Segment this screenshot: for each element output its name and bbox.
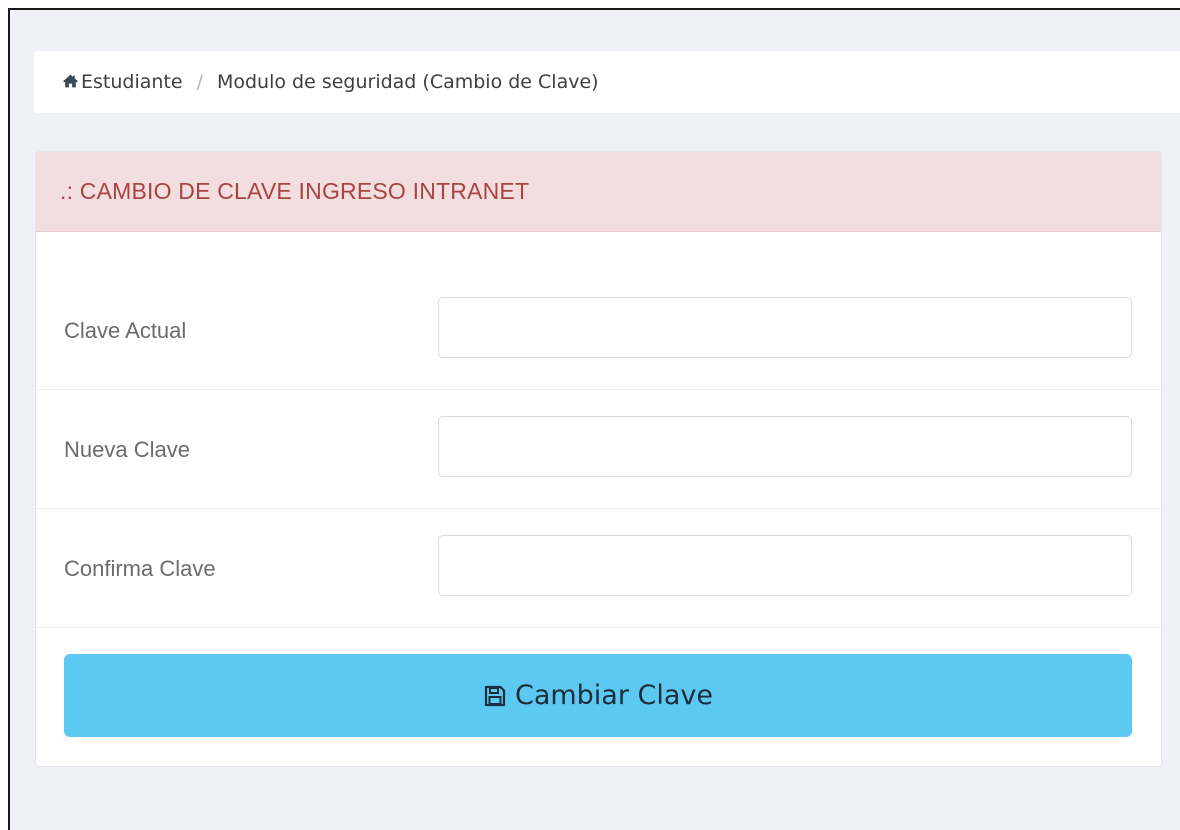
- form-row-confirm-password: Confirma Clave: [36, 509, 1161, 628]
- breadcrumb: Estudiante / Modulo de seguridad (Cambio…: [34, 51, 1180, 113]
- breadcrumb-separator: /: [196, 71, 203, 93]
- current-password-input[interactable]: [438, 297, 1132, 358]
- panel-title: .: CAMBIO DE CLAVE INGRESO INTRANET: [36, 152, 1161, 232]
- current-password-label: Clave Actual: [64, 317, 187, 343]
- save-icon: [484, 685, 506, 706]
- home-icon: [63, 74, 78, 88]
- change-password-panel: .: CAMBIO DE CLAVE INGRESO INTRANET Clav…: [35, 151, 1162, 767]
- change-password-button[interactable]: Cambiar Clave: [64, 654, 1132, 737]
- new-password-label: Nueva Clave: [64, 436, 190, 462]
- breadcrumb-home-link[interactable]: Estudiante: [81, 71, 183, 93]
- confirm-password-input[interactable]: [438, 535, 1132, 596]
- confirm-password-label: Confirma Clave: [64, 555, 216, 581]
- change-password-button-label: Cambiar Clave: [514, 680, 714, 711]
- form-row-new-password: Nueva Clave: [36, 390, 1161, 509]
- page-background: Estudiante / Modulo de seguridad (Cambio…: [8, 8, 1180, 830]
- new-password-input[interactable]: [438, 416, 1132, 477]
- breadcrumb-current: Modulo de seguridad (Cambio de Clave): [216, 71, 599, 93]
- form-row-current-password: Clave Actual: [36, 271, 1161, 390]
